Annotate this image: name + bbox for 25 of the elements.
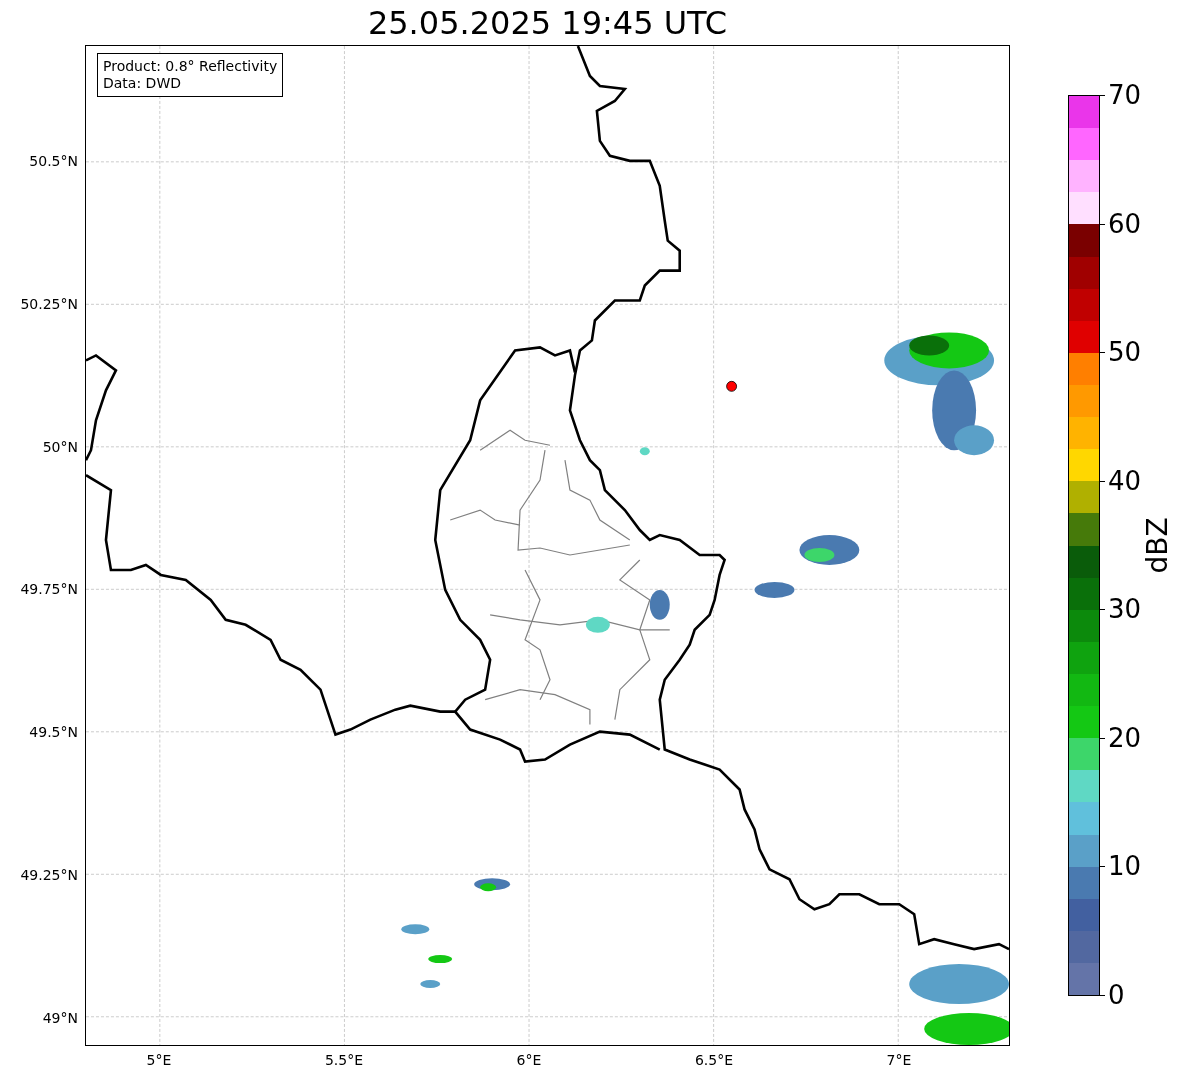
scale-label: 50 [1108, 339, 1142, 366]
scale-label: 60 [1108, 210, 1142, 237]
longitude-label: 6.5°E [694, 1052, 734, 1068]
longitude-label: 5.5°E [324, 1052, 364, 1068]
latitude-label: 49°N [42, 1009, 78, 1026]
legend-text: Data: DWD [103, 75, 182, 92]
latitude-label: 49.25°N [20, 867, 78, 883]
longitude-label: 7°E [886, 1052, 912, 1068]
station-marker [726, 380, 737, 392]
scale-label: 30 [1108, 596, 1142, 623]
latitude-label: 50.25°N [20, 295, 78, 312]
longitude-label: 5°E [146, 1052, 172, 1068]
scale-label: 20 [1108, 724, 1142, 751]
latitude-label: 49.5°N [29, 724, 78, 741]
scale-label: 10 [1108, 853, 1142, 880]
latitude-label: 49.75°N [20, 581, 78, 598]
scale-label: 40 [1108, 467, 1142, 494]
scale-label: 70 [1108, 82, 1142, 108]
longitude-label: 6°E [516, 1052, 542, 1068]
legend-text: Product: 0.8° Reflectivity [103, 58, 278, 75]
unit-label: dBZ [1140, 517, 1174, 574]
chart-title: 25.05.2025 19:45 UTC [367, 6, 728, 39]
latitude-label: 50.5°N [29, 153, 78, 169]
scale-label: 0 [1108, 982, 1125, 1008]
latitude-label: 50°N [42, 438, 78, 455]
